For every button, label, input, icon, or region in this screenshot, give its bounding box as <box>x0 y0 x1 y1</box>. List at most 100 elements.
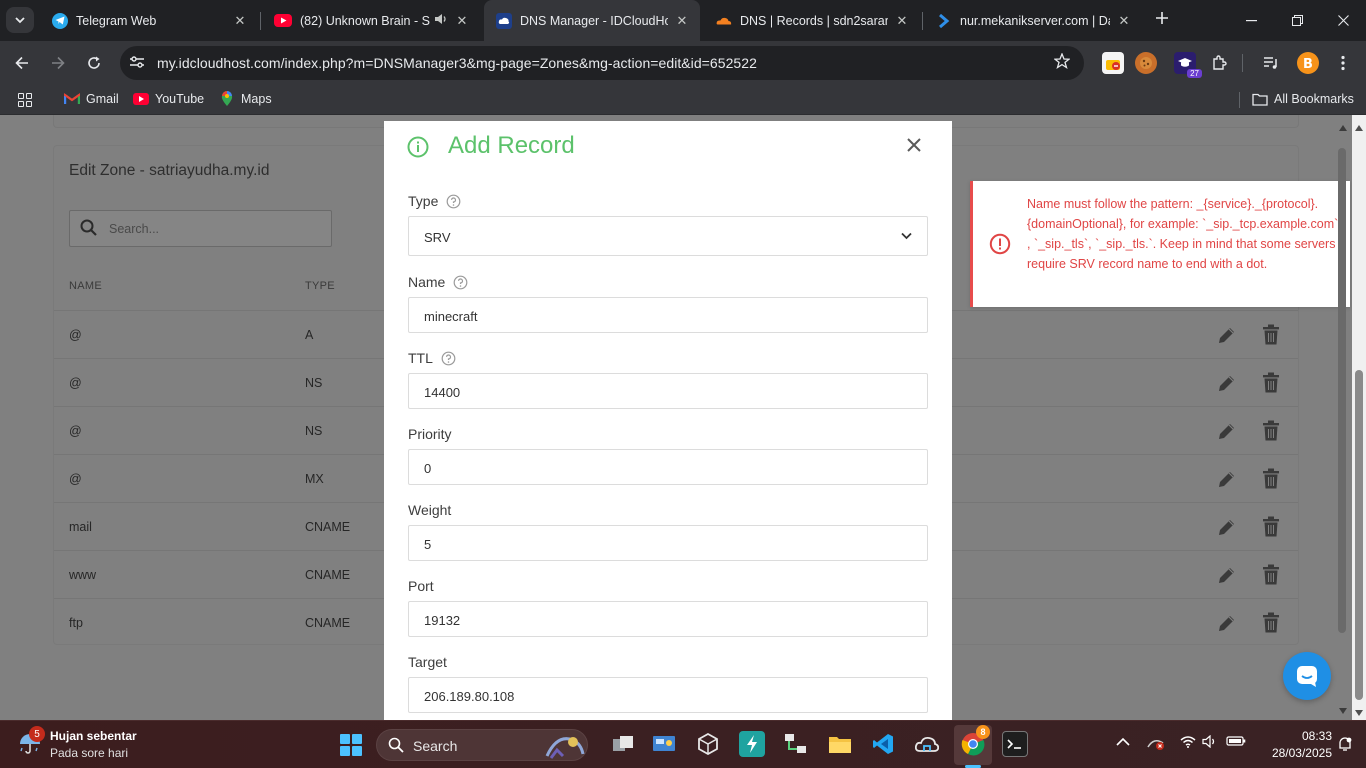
close-tab-icon[interactable]: ✕ <box>1116 13 1132 29</box>
inner-scroll-down[interactable] <box>1339 708 1347 714</box>
live-chat-button[interactable] <box>1283 652 1331 700</box>
inner-scrollbar-thumb[interactable] <box>1338 148 1346 633</box>
site-info-icon[interactable] <box>129 55 147 71</box>
close-icon[interactable] <box>906 137 922 153</box>
ttl-input[interactable]: 14400 <box>408 373 928 409</box>
tab-divider <box>922 12 923 30</box>
close-tab-icon[interactable]: ✕ <box>454 13 470 29</box>
svg-text:B: B <box>1303 57 1313 70</box>
delete-trash-icon[interactable] <box>1262 564 1280 585</box>
help-icon[interactable] <box>446 194 461 209</box>
name-input[interactable]: minecraft <box>408 297 928 333</box>
taskbar-search[interactable]: Search <box>376 729 588 761</box>
column-header-name[interactable]: NAME <box>69 280 102 292</box>
zone-search-input[interactable]: Search... <box>69 210 332 247</box>
chrome-taskbar-icon[interactable]: 8 <box>960 725 990 757</box>
delete-trash-icon[interactable] <box>1262 612 1280 633</box>
close-tab-icon[interactable]: ✕ <box>674 13 690 29</box>
cookie-extension-icon[interactable] <box>1135 52 1157 74</box>
new-tab-button[interactable] <box>1150 8 1174 32</box>
battery-icon[interactable] <box>1226 735 1246 750</box>
delete-trash-icon[interactable] <box>1262 324 1280 345</box>
back-button[interactable] <box>8 49 36 77</box>
record-type: MX <box>305 472 324 486</box>
edit-pencil-icon[interactable] <box>1217 613 1237 633</box>
reload-button[interactable] <box>80 49 108 77</box>
edit-pencil-icon[interactable] <box>1217 469 1237 489</box>
file-explorer-icon[interactable] <box>827 731 853 757</box>
delete-trash-icon[interactable] <box>1262 516 1280 537</box>
tray-overflow-icon[interactable] <box>1116 735 1130 750</box>
delete-trash-icon[interactable] <box>1262 372 1280 393</box>
extension-icon[interactable] <box>1102 52 1124 74</box>
priority-input[interactable]: 0 <box>408 449 928 485</box>
scroll-up-arrow[interactable] <box>1355 125 1363 131</box>
delete-trash-icon[interactable] <box>1262 420 1280 441</box>
close-window-button[interactable] <box>1320 0 1366 41</box>
cloud-app-icon[interactable] <box>914 731 940 757</box>
ttl-input-value: 14400 <box>424 385 461 400</box>
forward-button[interactable] <box>44 49 72 77</box>
task-view-icon[interactable] <box>610 731 636 757</box>
virtualbox-icon[interactable] <box>695 731 721 757</box>
apps-grid-icon[interactable] <box>18 93 32 107</box>
terminal-icon[interactable] <box>1002 731 1028 757</box>
vscode-icon[interactable] <box>870 731 896 757</box>
edit-pencil-icon[interactable] <box>1217 517 1237 537</box>
scrollbar-thumb[interactable] <box>1355 370 1363 700</box>
network-connections-icon[interactable] <box>783 731 809 757</box>
target-input[interactable]: 206.189.80.108 <box>408 677 928 713</box>
all-bookmarks-button[interactable]: All Bookmarks <box>1252 92 1354 106</box>
tab-cloudflare[interactable]: DNS | Records | sdn2saranja ✕ <box>704 0 920 41</box>
inner-scroll-up[interactable] <box>1339 125 1347 131</box>
bookmark-gmail[interactable]: Gmail <box>64 92 119 106</box>
control-panel-icon[interactable] <box>651 731 677 757</box>
address-bar[interactable]: my.idcloudhost.com/index.php?m=DNSManage… <box>120 46 1084 80</box>
edit-pencil-icon[interactable] <box>1217 325 1237 345</box>
scroll-down-arrow[interactable] <box>1355 710 1363 716</box>
tab-telegram[interactable]: Telegram Web ✕ <box>40 0 258 41</box>
tab-search-button[interactable] <box>6 7 34 33</box>
windows-start-button[interactable] <box>340 734 362 756</box>
wifi-icon[interactable] <box>1180 735 1196 751</box>
volume-icon[interactable] <box>1202 734 1218 751</box>
column-header-type[interactable]: TYPE <box>305 280 335 292</box>
restore-icon <box>1291 15 1303 26</box>
edit-pencil-icon[interactable] <box>1217 373 1237 393</box>
graduation-extension-icon[interactable]: 27 <box>1174 52 1202 78</box>
minimize-button[interactable] <box>1228 0 1274 41</box>
help-icon[interactable] <box>453 275 468 290</box>
youtube-icon <box>274 14 292 27</box>
network-error-icon[interactable] <box>1146 735 1166 754</box>
app-lightning-icon[interactable] <box>739 731 765 757</box>
edit-pencil-icon[interactable] <box>1217 421 1237 441</box>
tab-dns-manager[interactable]: DNS Manager - IDCloudHos ✕ <box>484 0 700 41</box>
close-tab-icon[interactable]: ✕ <box>232 13 248 29</box>
port-input[interactable]: 19132 <box>408 601 928 637</box>
plus-icon <box>1156 12 1168 24</box>
bookmark-maps[interactable]: Maps <box>219 91 272 106</box>
bitcoin-extension-icon[interactable]: B <box>1297 52 1319 74</box>
clock-date[interactable]: 28/03/2025 <box>1260 746 1332 760</box>
name-label-text: Name <box>408 274 446 290</box>
bookmark-youtube[interactable]: YouTube <box>133 92 204 106</box>
restore-button[interactable] <box>1274 0 1320 41</box>
weight-input[interactable]: 5 <box>408 525 928 561</box>
type-select[interactable]: SRV <box>408 216 928 256</box>
tab-youtube[interactable]: (82) Unknown Brain - Su ✕ <box>262 0 480 41</box>
close-tab-icon[interactable]: ✕ <box>894 13 910 29</box>
port-input-value: 19132 <box>424 613 461 628</box>
extensions-puzzle-icon[interactable] <box>1208 52 1230 74</box>
chrome-menu-icon[interactable] <box>1332 52 1354 74</box>
delete-trash-icon[interactable] <box>1262 468 1280 489</box>
tab-mekanikserver[interactable]: nur.mekanikserver.com | Das ✕ <box>924 0 1142 41</box>
media-controls-icon[interactable] <box>1260 52 1282 74</box>
page-scrollbar[interactable] <box>1352 115 1366 720</box>
notification-center-icon[interactable] <box>1338 736 1352 755</box>
clock-time[interactable]: 08:33 <box>1288 729 1332 743</box>
bookmark-star-icon[interactable] <box>1053 52 1071 74</box>
help-icon[interactable] <box>441 351 456 366</box>
tab-title: DNS Manager - IDCloudHos <box>520 13 668 28</box>
speaker-icon[interactable] <box>434 13 448 28</box>
edit-pencil-icon[interactable] <box>1217 565 1237 585</box>
